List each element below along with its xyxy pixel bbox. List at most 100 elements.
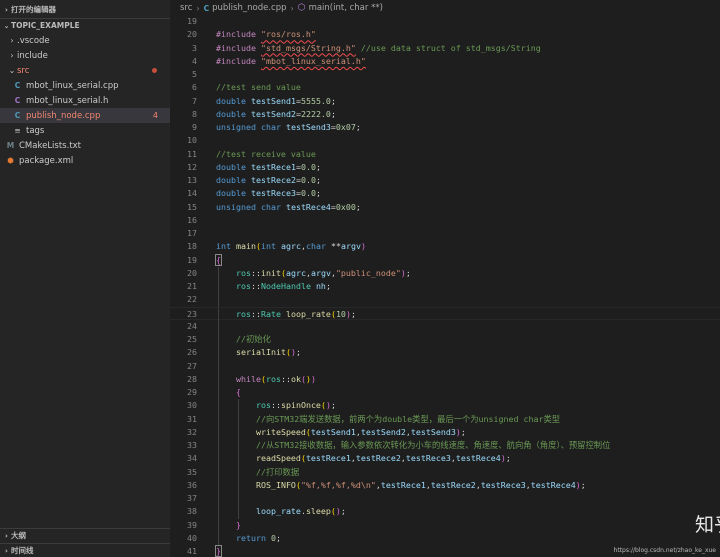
code-line[interactable]: 15 unsigned char testRece4=0x00;	[170, 201, 720, 214]
code-line[interactable]: 28 while(ros::ok())	[170, 372, 720, 386]
tree-file-cmakelists[interactable]: M CMakeLists.txt	[0, 138, 170, 153]
code-line[interactable]: 40 return 0;	[170, 531, 720, 545]
function-symbol-icon: ⬡	[297, 3, 306, 13]
line-number: 15	[187, 201, 197, 212]
outline-header[interactable]: › 大纲	[0, 528, 170, 543]
line-number: 20	[187, 267, 197, 278]
code-line[interactable]: 22	[170, 293, 720, 307]
code-line[interactable]: 5	[170, 68, 720, 81]
code-line[interactable]: 24	[170, 319, 720, 333]
tree-folder-include[interactable]: › include	[0, 48, 170, 63]
code-line[interactable]: 10	[170, 134, 720, 147]
code-text: while(ros::ok())	[235, 373, 316, 384]
code-line[interactable]: 23 ros::Rate loop_rate(10);	[170, 306, 720, 321]
code-line[interactable]: 14 double testRece3=0.0;	[170, 187, 720, 200]
code-line[interactable]: 29 {	[170, 386, 720, 400]
code-lines[interactable]: 19 20 #include "ros/ros.h" 3 #include "std_m…	[170, 15, 720, 557]
project-header[interactable]: ⌄ TOPIC_EXAMPLE	[0, 18, 170, 33]
code-line[interactable]: 26 serialInit();	[170, 346, 720, 360]
code-line[interactable]: 32 writeSpeed(testSend1,testSend2,testSe…	[170, 425, 720, 439]
line-number: 19	[187, 254, 197, 265]
line-number: 8	[192, 108, 197, 119]
line-number: 17	[187, 228, 197, 238]
code-text: ros::Rate loop_rate(10);	[235, 308, 356, 319]
code-line[interactable]: 18 int main(int agrc,char **argv)	[170, 240, 720, 253]
breadcrumb-file[interactable]: publish_node.cpp	[212, 3, 286, 13]
indent-guide	[238, 492, 239, 506]
code-line[interactable]: 19 {	[170, 253, 720, 267]
code-line[interactable]: 20 #include "ros/ros.h"	[170, 28, 720, 41]
code-line[interactable]: 35 //打印数据	[170, 465, 720, 479]
code-text: #include "ros/ros.h"	[216, 29, 316, 40]
line-number: 21	[187, 281, 197, 291]
code-text: double testRece3=0.0;	[216, 188, 321, 199]
line-number: 5	[192, 69, 197, 79]
line-number: 20	[187, 29, 197, 40]
breadcrumb-symbol[interactable]: main(int, char **)	[309, 3, 383, 13]
tree-file-tags[interactable]: ≡ tags	[0, 123, 170, 138]
code-line[interactable]: 37	[170, 492, 720, 506]
code-text: ros::spinOnce();	[255, 400, 336, 411]
tree-file-mbot-linux-serial-h[interactable]: C mbot_linux_serial.h	[0, 93, 170, 108]
tree-file-package-xml[interactable]: ⬢ package.xml	[0, 153, 170, 168]
tree-folder-vscode[interactable]: › .vscode	[0, 33, 170, 48]
code-text: }	[215, 545, 222, 557]
code-line[interactable]: 12 double testRece1=0.0;	[170, 161, 720, 174]
header-file-icon: C	[14, 96, 21, 105]
code-line[interactable]: 11 //test receive value	[170, 148, 720, 161]
cpp-file-icon: C	[14, 111, 21, 120]
line-number: 22	[187, 294, 197, 305]
breadcrumb-folder[interactable]: src	[180, 3, 192, 13]
chevron-right-icon: ›	[5, 531, 8, 540]
chevron-down-icon: ⌄	[3, 21, 10, 30]
code-line[interactable]: 6 //test send value	[170, 81, 720, 94]
code-line[interactable]: 36 ROS_INFO("%f,%f,%f,%d\n",testRece1,te…	[170, 478, 720, 492]
open-editors-header[interactable]: › 打开的编辑器	[0, 2, 170, 17]
code-line[interactable]: 27	[170, 359, 720, 373]
code-line[interactable]: 38 loop_rate.sleep();	[170, 505, 720, 519]
code-line[interactable]: 19	[170, 15, 720, 28]
cpp-file-icon: C	[14, 81, 21, 90]
code-line[interactable]: 17	[170, 227, 720, 240]
code-line[interactable]: 39 }	[170, 518, 720, 532]
code-editor[interactable]: src › C publish_node.cpp › ⬡ main(int, c…	[170, 0, 720, 557]
timeline-header[interactable]: › 时间线	[0, 543, 170, 557]
code-text: #include "mbot_linux_serial.h"	[216, 55, 366, 66]
code-line[interactable]: 7 double testSend1=5555.0;	[170, 95, 720, 108]
code-line[interactable]: 4 #include "mbot_linux_serial.h"	[170, 55, 720, 68]
outline-title: 大纲	[11, 531, 26, 540]
code-line[interactable]: 13 double testRece2=0.0;	[170, 174, 720, 187]
code-line[interactable]: 20 ros::init(agrc,argv,"public_node");	[170, 266, 720, 280]
code-text: ROS_INFO("%f,%f,%f,%d\n",testRece1,testR…	[255, 479, 586, 490]
line-number: 26	[187, 347, 197, 358]
code-line[interactable]: 31 //向STM32端发送数据，前两个为double类型，最后一个为unsig…	[170, 412, 720, 426]
code-text: //打印数据	[255, 466, 300, 477]
chevron-right-icon: ›	[290, 3, 294, 13]
code-line[interactable]: 30 ros::spinOnce();	[170, 399, 720, 413]
code-line[interactable]: 25 //初始化	[170, 333, 720, 347]
line-number: 6	[192, 82, 197, 93]
line-number: 9	[192, 122, 197, 132]
line-number: 28	[187, 373, 197, 384]
tree-folder-src[interactable]: ⌄ src	[0, 63, 170, 78]
tree-item-label: publish_node.cpp	[26, 110, 101, 121]
code-text: {	[215, 253, 222, 266]
code-line[interactable]: 21 ros::NodeHandle nh;	[170, 280, 720, 294]
tree-file-mbot-linux-serial-cpp[interactable]: C mbot_linux_serial.cpp	[0, 78, 170, 93]
cpp-file-icon: C	[203, 3, 210, 13]
chevron-right-icon: ›	[10, 36, 14, 45]
line-number: 38	[187, 506, 197, 517]
code-line[interactable]: 9 unsigned char testSend3=0x07;	[170, 121, 720, 134]
code-text: //test send value	[216, 82, 301, 93]
code-line[interactable]: 8 double testSend2=2222.0;	[170, 108, 720, 121]
code-line[interactable]: 34 readSpeed(testRece1,testRece2,testRec…	[170, 452, 720, 466]
xml-file-icon: ⬢	[7, 156, 14, 165]
code-line[interactable]: 3 #include "std_msgs/String.h" //use data…	[170, 42, 720, 55]
code-text: #include "std_msgs/String.h" //use data …	[216, 42, 541, 53]
problems-count-badge: 4	[152, 111, 158, 120]
code-line[interactable]: 33 //从STM32接收数据，输入参数依次转化为小车的线速度、角速度、航向角（…	[170, 439, 720, 453]
code-line[interactable]: 16	[170, 214, 720, 227]
tree-file-publish-node-cpp[interactable]: C publish_node.cpp 4	[0, 108, 170, 123]
indent-guide	[218, 293, 219, 307]
tree-item-label: tags	[26, 125, 45, 136]
